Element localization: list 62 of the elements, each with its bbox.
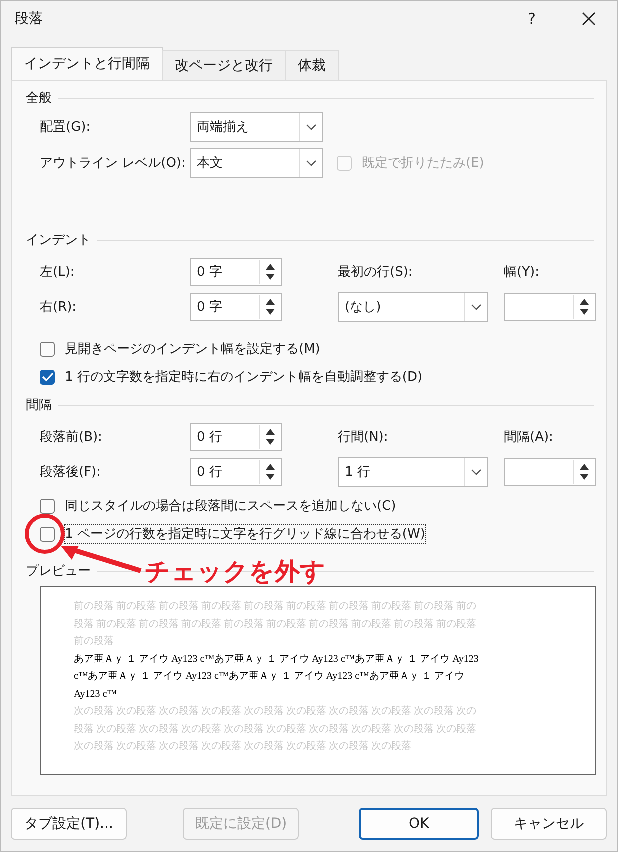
highlight-circle bbox=[24, 513, 66, 555]
spinner-field[interactable]: 0 字 bbox=[190, 258, 282, 286]
preview-text: c™あア亜Ａｙ １ アイウ Ay123 c™あア亜Ａｙ １ アイウ Ay123 c™あア亜Ａｙ １ アイウ bbox=[74, 670, 466, 684]
field-label: 幅(Y): bbox=[504, 264, 540, 281]
field-label: 段落後(F): bbox=[40, 464, 102, 481]
checkbox[interactable] bbox=[40, 370, 55, 384]
section-heading: インデント bbox=[26, 232, 91, 249]
annotation-text: チェックを外す bbox=[145, 558, 326, 586]
up-arrow-icon[interactable] bbox=[580, 299, 589, 305]
checkbox-label[interactable]: 1 行の文字数を指定時に右のインデント幅を自動調整する(D) bbox=[65, 368, 423, 386]
dialog-button[interactable]: タブ設定(T)... bbox=[11, 808, 127, 840]
checkbox-label[interactable]: 見開きページのインデント幅を設定する(M) bbox=[65, 340, 320, 358]
dropdown[interactable]: 本文 bbox=[190, 148, 323, 178]
checkbox-label[interactable]: 同じスタイルの場合は段落間にスペースを追加しない(C) bbox=[65, 497, 396, 515]
checkbox[interactable] bbox=[40, 498, 55, 514]
field-label: 最初の行(S): bbox=[338, 264, 414, 281]
field-label: 配置(G): bbox=[40, 119, 92, 136]
window-title: 段落 bbox=[15, 10, 44, 28]
spinner-field[interactable] bbox=[504, 293, 596, 321]
close-icon[interactable] bbox=[582, 12, 596, 26]
field-label: 左(L): bbox=[40, 264, 76, 281]
tab[interactable]: 体裁 bbox=[285, 50, 339, 80]
dropdown[interactable]: 1 行 bbox=[338, 457, 488, 487]
up-arrow-icon[interactable] bbox=[266, 299, 275, 305]
preview-text: あア亜Ａｙ １ アイウ Ay123 c™あア亜Ａｙ １ アイウ Ay123 c™あア亜Ａｙ １ アイウ Ay123 bbox=[74, 652, 480, 666]
section-heading: 間隔 bbox=[26, 397, 52, 414]
dialog-button[interactable]: キャンセル bbox=[491, 808, 607, 840]
up-arrow-icon[interactable] bbox=[266, 264, 275, 270]
dropdown[interactable]: (なし) bbox=[338, 292, 488, 322]
dropdown[interactable]: 両端揃え bbox=[190, 112, 323, 142]
checkbox-label[interactable]: 1 ページの行数を指定時に文字を行グリッド線に合わせる(W) bbox=[65, 525, 426, 543]
help-button[interactable]: ? bbox=[522, 10, 542, 28]
preview-text: Ay123 c™ bbox=[74, 688, 118, 702]
tab[interactable]: 改ページと改行 bbox=[162, 50, 286, 80]
chevron-icon bbox=[470, 304, 482, 310]
checkbox[interactable] bbox=[40, 526, 55, 542]
chevron-icon bbox=[306, 160, 316, 166]
chevron-icon bbox=[470, 468, 482, 476]
up-arrow-icon[interactable] bbox=[580, 464, 589, 470]
tab[interactable]: インデントと行間隔 bbox=[11, 47, 163, 80]
section-heading: プレビュー bbox=[26, 563, 91, 580]
down-arrow-icon[interactable] bbox=[580, 474, 589, 480]
spinner-field[interactable] bbox=[504, 458, 596, 486]
spinner-field[interactable]: 0 字 bbox=[190, 293, 282, 321]
dialog-button[interactable]: OK bbox=[359, 808, 479, 840]
down-arrow-icon[interactable] bbox=[580, 309, 589, 315]
spinner-field[interactable]: 0 行 bbox=[190, 423, 282, 451]
field-label: アウトライン レベル(O): bbox=[40, 155, 187, 172]
field-label: 段落前(B): bbox=[40, 429, 104, 446]
up-arrow-icon[interactable] bbox=[266, 429, 275, 435]
down-arrow-icon[interactable] bbox=[266, 274, 275, 280]
field-label: 右(R): bbox=[40, 299, 78, 316]
down-arrow-icon[interactable] bbox=[266, 439, 275, 445]
checkbox[interactable] bbox=[40, 342, 55, 356]
down-arrow-icon[interactable] bbox=[266, 474, 275, 480]
down-arrow-icon[interactable] bbox=[266, 309, 275, 315]
section-heading: 全般 bbox=[26, 90, 52, 107]
field-label: 間隔(A): bbox=[504, 429, 554, 446]
spinner-field[interactable]: 0 行 bbox=[190, 458, 282, 486]
up-arrow-icon[interactable] bbox=[266, 464, 275, 470]
chevron-icon bbox=[306, 124, 316, 130]
field-label: 行間(N): bbox=[338, 429, 390, 446]
